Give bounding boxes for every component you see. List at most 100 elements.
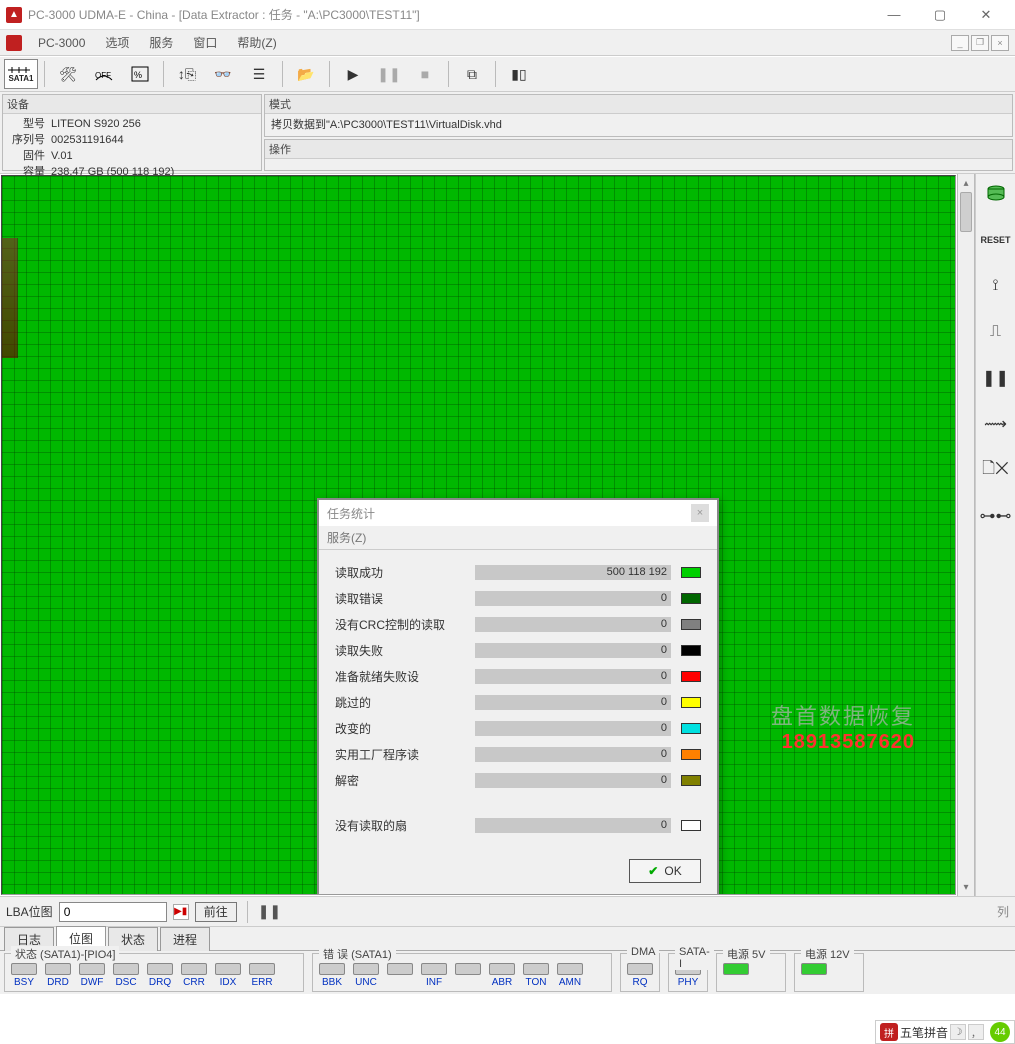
vpause-icon[interactable]: ❚❚ bbox=[980, 362, 1012, 394]
connector-icon[interactable]: ⊶⊷ bbox=[980, 500, 1012, 532]
led-item: UNC bbox=[353, 963, 379, 988]
led-light bbox=[801, 963, 827, 975]
close-button[interactable]: ✕ bbox=[963, 0, 1009, 30]
led-item: IDX bbox=[215, 963, 241, 988]
columns-icon[interactable]: ▮▯ bbox=[502, 59, 536, 89]
mdi-app-icon bbox=[6, 35, 22, 51]
dma-group-title: DMA bbox=[627, 946, 659, 958]
status-group-power12: 电源 12V bbox=[794, 953, 864, 992]
sata-port-button[interactable]: SATA1 bbox=[4, 59, 38, 89]
dialog-menu[interactable]: 服务(Z) bbox=[319, 526, 717, 550]
map-scrollbar[interactable]: ▴ ▾ bbox=[957, 174, 975, 896]
led-item: TON bbox=[523, 963, 549, 988]
status-group-errors: 错 误 (SATA1) BBKUNC INF ABRTONAMN bbox=[312, 953, 612, 992]
mdi-app-name[interactable]: PC-3000 bbox=[28, 34, 95, 52]
play-button[interactable]: ▶ bbox=[336, 59, 370, 89]
io-icon[interactable]: ↕⎘ bbox=[170, 59, 204, 89]
dialog-titlebar[interactable]: 任务统计 × bbox=[319, 500, 717, 526]
led-label: RQ bbox=[633, 977, 648, 988]
menu-help[interactable]: 帮助(Z) bbox=[227, 32, 286, 53]
led-item: INF bbox=[421, 963, 447, 988]
led-label: ABR bbox=[492, 977, 513, 988]
mdi-close-button[interactable]: × bbox=[991, 35, 1009, 51]
status-group-dma: DMA RQ bbox=[620, 953, 660, 992]
binoculars-icon[interactable]: 👓 bbox=[206, 59, 240, 89]
stat-swatch bbox=[681, 593, 701, 604]
lba-bar: LBA位图 ▶▮ 前往 ❚❚ 列 bbox=[0, 896, 1015, 926]
offset-icon[interactable]: OFF bbox=[87, 59, 121, 89]
led-label: DWF bbox=[81, 977, 104, 988]
probe-icon[interactable]: ⎍ bbox=[980, 316, 1012, 348]
stat-value: 0 bbox=[475, 695, 671, 710]
copy-icon[interactable]: ⧉ bbox=[455, 59, 489, 89]
led-item: BSY bbox=[11, 963, 37, 988]
scroll-down-button[interactable]: ▾ bbox=[958, 878, 974, 896]
dialog-close-button[interactable]: × bbox=[691, 504, 709, 522]
stat-value: 0 bbox=[475, 721, 671, 736]
operation-panel: 操作 bbox=[264, 139, 1013, 171]
minimize-button[interactable]: — bbox=[871, 0, 917, 30]
led-light bbox=[319, 963, 345, 975]
led-light bbox=[249, 963, 275, 975]
menu-window[interactable]: 窗口 bbox=[183, 32, 227, 53]
led-light bbox=[723, 963, 749, 975]
stat-row: 没有读取的扇0 bbox=[335, 817, 701, 834]
led-light bbox=[181, 963, 207, 975]
goto-button[interactable]: 前往 bbox=[195, 902, 237, 922]
pause-button[interactable]: ❚❚ bbox=[372, 59, 406, 89]
paper-x-icon[interactable]: 🗋✕ bbox=[980, 454, 1012, 486]
stop-button[interactable]: ■ bbox=[408, 59, 442, 89]
lba-pause-icon[interactable]: ❚❚ bbox=[258, 903, 281, 920]
scroll-thumb[interactable] bbox=[960, 192, 972, 232]
stat-row: 读取错误0 bbox=[335, 590, 701, 607]
stack-icon[interactable]: ☰ bbox=[242, 59, 276, 89]
status-group-state: 状态 (SATA1)-[PIO4] BSYDRDDWFDSCDRQCRRIDXE… bbox=[4, 953, 304, 992]
ime-moon-icon[interactable]: ☽ bbox=[950, 1024, 966, 1040]
lba-indicator-icon[interactable]: ▶▮ bbox=[173, 904, 189, 920]
sector-map[interactable]: 任务统计 × 服务(Z) 读取成功500 118 192读取错误0没有CRC控制… bbox=[1, 175, 956, 895]
tab-3[interactable]: 进程 bbox=[160, 927, 210, 951]
toolbar-separator bbox=[44, 61, 45, 87]
toolbar-separator bbox=[329, 61, 330, 87]
stat-label: 改变的 bbox=[335, 720, 465, 737]
folder-out-icon[interactable]: 📂 bbox=[289, 59, 323, 89]
status-group-power5: 电源 5V bbox=[716, 953, 786, 992]
right-toolbar: RESET ⟟ ⎍ ❚❚ ⟿ 🗋✕ ⊶⊷ bbox=[975, 174, 1015, 896]
stat-swatch bbox=[681, 723, 701, 734]
tools-icon[interactable]: 🛠 bbox=[51, 59, 85, 89]
lba-input[interactable] bbox=[59, 902, 167, 922]
stat-value: 0 bbox=[475, 818, 671, 833]
link-icon[interactable]: ⟿ bbox=[980, 408, 1012, 440]
led-label bbox=[399, 977, 402, 988]
toolbar-separator bbox=[495, 61, 496, 87]
mdi-minimize-button[interactable]: _ bbox=[951, 35, 969, 51]
mode-panel: 模式 拷贝数据到"A:\PC3000\TEST11\VirtualDisk.vh… bbox=[264, 94, 1013, 137]
led-label: BBK bbox=[322, 977, 342, 988]
led-label: AMN bbox=[559, 977, 581, 988]
window-titlebar: ▲ PC-3000 UDMA-E - China - [Data Extract… bbox=[0, 0, 1015, 30]
ok-button[interactable]: ✔ OK bbox=[629, 859, 701, 883]
stat-value: 0 bbox=[475, 669, 671, 684]
mdi-restore-button[interactable]: ❐ bbox=[971, 35, 989, 51]
gauge-icon[interactable]: ⟟ bbox=[980, 270, 1012, 302]
led-item bbox=[801, 963, 827, 988]
stat-swatch bbox=[681, 820, 701, 831]
scroll-up-button[interactable]: ▴ bbox=[958, 174, 974, 192]
stat-row: 解密0 bbox=[335, 772, 701, 789]
main-area: 任务统计 × 服务(Z) 读取成功500 118 192读取错误0没有CRC控制… bbox=[0, 174, 1015, 896]
led-label: PHY bbox=[678, 977, 699, 988]
percent-icon[interactable]: % bbox=[123, 59, 157, 89]
app-icon: ▲ bbox=[6, 7, 22, 23]
info-row: 设备 型号LITEON S920 256序列号002531191644固件V.0… bbox=[0, 92, 1015, 174]
led-label: DSC bbox=[115, 977, 136, 988]
maximize-button[interactable]: ▢ bbox=[917, 0, 963, 30]
ime-punct-icon[interactable]: ， bbox=[968, 1024, 984, 1040]
led-label bbox=[467, 977, 470, 988]
disk-icon[interactable] bbox=[980, 178, 1012, 210]
menu-services[interactable]: 服务 bbox=[139, 32, 183, 53]
menu-options[interactable]: 选项 bbox=[95, 32, 139, 53]
led-item bbox=[455, 963, 481, 988]
ime-bar[interactable]: 拼 五笔拼音 ☽ ， 44 bbox=[875, 1020, 1015, 1044]
reset-icon[interactable]: RESET bbox=[980, 224, 1012, 256]
led-item bbox=[723, 963, 749, 988]
